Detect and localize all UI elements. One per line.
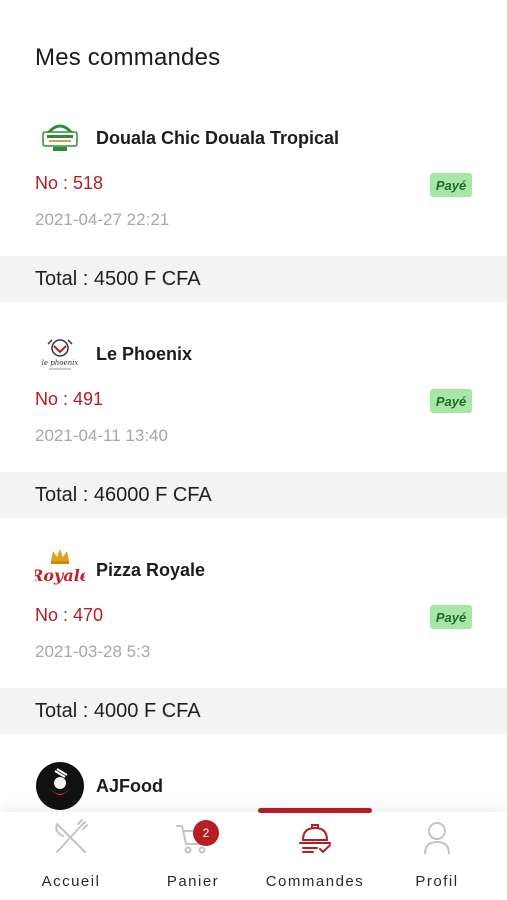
bottom-nav: Accueil 2 Panier Commandes Profil: [0, 808, 507, 900]
svg-text:le phoenix: le phoenix: [42, 359, 79, 367]
restaurant-name: Douala Chic Douala Tropical: [96, 127, 340, 148]
nav-item-commandes[interactable]: Commandes: [252, 812, 378, 900]
douala-chic-logo: [35, 113, 85, 163]
restaurant-name: Le Phoenix: [96, 343, 193, 364]
status-badge: Payé: [430, 605, 472, 629]
nav-item-profil[interactable]: Profil: [374, 812, 500, 900]
order-header: Douala Chic Douala Tropical: [35, 113, 339, 163]
order-header: le phoenix Le Phoenix: [35, 329, 192, 379]
cloche-icon: [293, 818, 337, 858]
order-date: 2021-04-27 22:21: [35, 210, 170, 229]
nav-item-accueil[interactable]: Accueil: [8, 812, 134, 900]
nav-label: Profil: [415, 873, 459, 890]
order-date: 2021-04-11 13:40: [35, 426, 168, 445]
order-number: No : 518: [35, 173, 104, 193]
order-total: Total : 4500 F CFA: [0, 256, 507, 302]
restaurant-name: AJFood: [96, 775, 163, 796]
order-number: No : 470: [35, 605, 104, 625]
order-header: AJFood: [35, 761, 163, 811]
order-header: Royale Pizza Royale: [35, 545, 205, 595]
cart-count-badge: 2: [193, 820, 219, 846]
cart-icon: 2: [171, 818, 219, 858]
ajfood-logo: [35, 761, 85, 811]
nav-label: Commandes: [265, 873, 365, 890]
user-icon: [415, 818, 459, 858]
status-badge: Payé: [430, 389, 472, 413]
restaurant-name: Pizza Royale: [96, 559, 206, 580]
le-phoenix-logo: le phoenix: [35, 329, 85, 379]
nav-item-panier[interactable]: 2 Panier: [130, 812, 256, 900]
fork-knife-icon: [49, 818, 93, 858]
pizza-royale-logo: Royale: [35, 545, 85, 595]
nav-label: Accueil: [41, 873, 101, 890]
svg-text:Royale: Royale: [35, 566, 85, 585]
order-date: 2021-03-28 5:3: [35, 642, 151, 661]
nav-label: Panier: [166, 873, 220, 890]
page-title: Mes commandes: [35, 44, 221, 71]
status-badge: Payé: [430, 173, 472, 197]
order-number: No : 491: [35, 389, 104, 409]
order-total: Total : 46000 F CFA: [0, 472, 507, 518]
order-total: Total : 4000 F CFA: [0, 688, 507, 734]
